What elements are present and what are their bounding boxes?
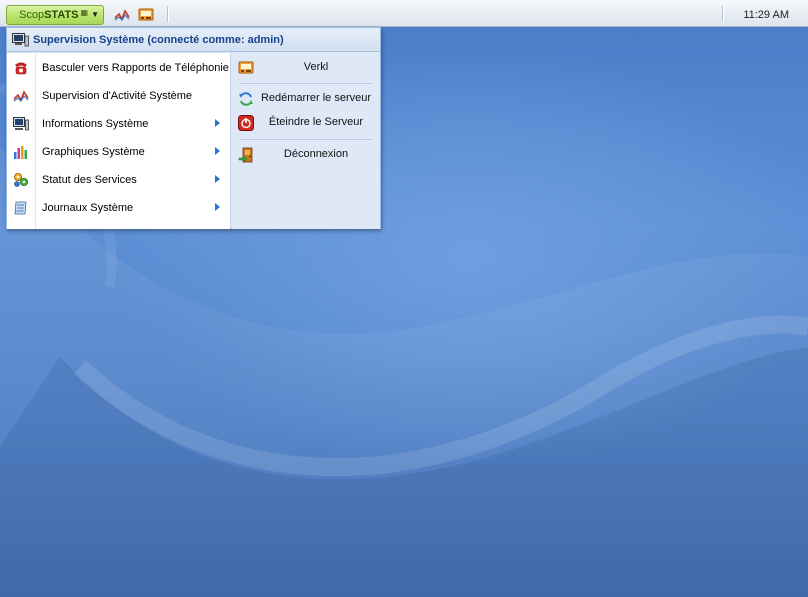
clock: 11:29 AM [743,9,789,21]
start-button-label-stats: STATS [44,9,79,21]
menu-item-label: Supervision d'Activité Système [42,90,193,102]
power-icon [238,115,254,131]
chevron-down-icon: ▼ [91,10,99,19]
restart-icon [238,91,254,107]
journal-icon [13,200,29,216]
menu-item-informations-systeme[interactable]: Informations Système [7,112,231,136]
server-monitor-icon [238,60,254,76]
menu-item-label: Basculer vers Rapports de Téléphonie [42,62,229,74]
start-menu: Supervision Système (connecté comme: adm… [6,27,381,229]
start-menu-header: Supervision Système (connecté comme: adm… [7,28,380,52]
tools-separator [240,83,372,84]
tool-shutdown-server[interactable]: Éteindre le Serveur [232,112,380,134]
services-gears-icon [13,172,29,188]
start-button[interactable]: Scop STATS ▦ ▼ [6,5,104,25]
submenu-arrow-icon [215,147,220,155]
menu-item-label: Journaux Système [42,202,134,214]
activity-graph-icon[interactable] [114,7,130,23]
telephone-icon [13,60,29,76]
menu-item-label: Statut des Services [42,174,137,186]
submenu-arrow-icon [215,203,220,211]
server-monitor-icon[interactable] [138,7,154,23]
start-menu-tools-panel: Verkl Redémarrer le serveur Éteindre le … [232,53,380,229]
bar-chart-icon [13,144,29,160]
submenu-arrow-icon [215,175,220,183]
menu-item-supervision-activite[interactable]: Supervision d'Activité Système [7,84,231,108]
tool-label: Redémarrer le serveur [260,92,372,104]
taskbar-separator [722,6,723,22]
tool-label: Éteindre le Serveur [268,116,364,128]
tool-restart-server[interactable]: Redémarrer le serveur [232,88,380,110]
submenu-arrow-icon [215,119,220,127]
tool-label: Déconnexion [283,148,349,160]
computer-icon [12,32,29,47]
menu-item-graphiques-systeme[interactable]: Graphiques Système [7,140,231,164]
menu-item-basculer-rapports-telephonie[interactable]: Basculer vers Rapports de Téléphonie [7,56,231,80]
menu-item-label: Graphiques Système [42,146,145,158]
tool-verkl[interactable]: Verkl [232,57,380,79]
tool-logout[interactable]: Déconnexion [232,144,380,166]
taskbar: Scop STATS ▦ ▼ 11:29 AM [0,0,808,27]
tools-separator [240,139,372,140]
start-menu-title: Supervision Système (connecté comme: adm… [33,33,284,46]
start-menu-items-panel: Basculer vers Rapports de Téléphonie Sup… [7,53,231,229]
tool-label: Verkl [303,61,329,73]
menu-item-label: Informations Système [42,118,149,130]
taskbar-separator [167,6,168,22]
menu-item-statut-services[interactable]: Statut des Services [7,168,231,192]
start-button-label-scop: Scop [19,9,45,21]
menu-item-journaux-systeme[interactable]: Journaux Système [7,196,231,220]
computer-icon [13,116,29,132]
start-button-mark: ▦ [80,8,89,17]
activity-graph-icon [13,88,29,104]
logout-door-icon [238,147,254,163]
